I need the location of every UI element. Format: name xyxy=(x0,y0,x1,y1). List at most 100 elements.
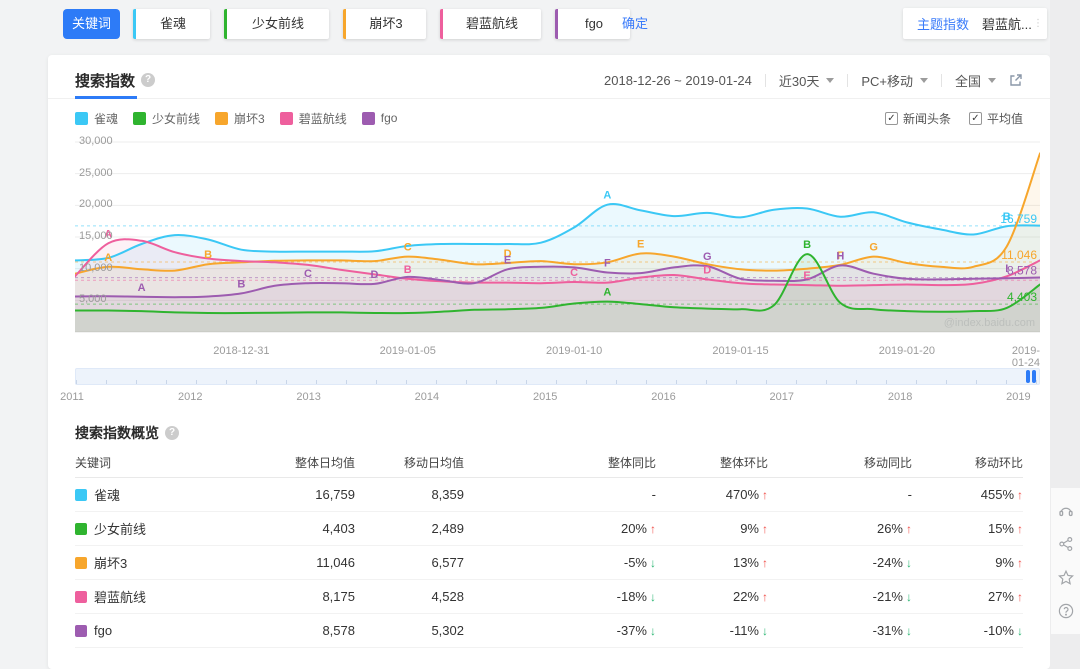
value-cell: 15% ↑ xyxy=(987,521,1023,536)
news-headlines-checkbox[interactable]: ✓ 新闻头条 xyxy=(884,110,951,127)
value-cell: 8,578 xyxy=(322,623,355,638)
external-link-icon[interactable] xyxy=(1009,73,1023,87)
column-header: 移动环比 xyxy=(974,455,1023,470)
keyword-chip[interactable]: 雀魂 xyxy=(133,9,210,39)
y-axis-label: 30,000 xyxy=(79,135,113,147)
value-cell: 470% ↑ xyxy=(725,487,768,502)
keyword-chip[interactable]: 崩坏3 xyxy=(343,9,426,39)
keyword-chip[interactable]: 碧蓝航线 xyxy=(440,9,541,39)
value-cell: - xyxy=(907,487,912,502)
value-cell: 4,403 xyxy=(322,521,355,536)
legend-item[interactable]: 崩坏3 xyxy=(215,110,265,127)
news-marker: C xyxy=(404,242,412,254)
news-marker: G xyxy=(703,251,712,263)
topic-index-box[interactable]: 主题指数 碧蓝航... ⋮ xyxy=(903,8,1047,39)
keyword-cell[interactable]: 碧蓝航线 xyxy=(75,587,235,606)
help-circle-icon[interactable]: ? xyxy=(165,426,179,440)
news-marker: A xyxy=(603,190,611,202)
value-cell: 8,175 xyxy=(322,589,355,604)
help-circle-icon[interactable]: ? xyxy=(141,73,156,87)
watermark: @index.baidu.com xyxy=(944,317,1035,329)
headset-icon[interactable] xyxy=(1057,502,1075,520)
news-marker: C xyxy=(570,267,578,279)
value-cell: -21% ↓ xyxy=(872,589,912,604)
y-axis-label: 10,000 xyxy=(79,261,113,274)
average-checkbox[interactable]: ✓ 平均值 xyxy=(968,110,1023,127)
value-cell: -37% ↓ xyxy=(616,623,656,638)
news-marker: A xyxy=(603,287,611,299)
news-marker: B xyxy=(237,278,245,290)
slider-handle-right[interactable] xyxy=(1032,370,1036,383)
value-cell: 5,302 xyxy=(431,623,464,638)
news-marker: D xyxy=(371,269,379,281)
column-header: 整体环比 xyxy=(719,455,768,470)
section-title-search-index: 搜索指数 ? xyxy=(75,70,156,91)
news-marker: B xyxy=(404,264,412,276)
table-row: 雀魂 16,759 8,359 - 470% ↑ - 455% ↑ xyxy=(75,478,1023,512)
x-axis-label: 2019-01-05 xyxy=(379,345,436,357)
keyword-button[interactable]: 关键词 xyxy=(63,9,120,39)
keyword-color-swatch xyxy=(75,556,87,569)
keyword-cell[interactable]: 崩坏3 xyxy=(75,553,235,572)
average-value-label: 16,759 xyxy=(1000,212,1037,226)
timeline-year-label: 2012 xyxy=(178,391,203,403)
checkbox-checked-icon: ✓ xyxy=(884,111,898,125)
overview-table: 关键词 整体日均值 移动日均值 整体同比 整体环比 移动同比 移动环比 雀魂 16,759 8,3… xyxy=(75,447,1023,648)
slider-ticks xyxy=(76,380,1039,384)
topic-index-link[interactable]: 主题指数 xyxy=(917,14,969,33)
timeline-year-label: 2016 xyxy=(651,391,676,403)
timeline-year-label: 2013 xyxy=(296,391,321,403)
platform-select[interactable]: PC+移动 xyxy=(861,71,928,90)
news-marker: H xyxy=(836,251,844,263)
table-header-row: 关键词 整体日均值 移动日均值 整体同比 整体环比 移动同比 移动环比 xyxy=(75,447,1023,478)
legend-color-swatch xyxy=(75,111,88,125)
y-axis-label: 20,000 xyxy=(79,198,113,211)
search-index-chart[interactable]: A B A B A B C D E F G A B C D E A B C D E F G H I 16,759 11,046 8,5… xyxy=(74,135,1041,335)
news-marker: G xyxy=(869,242,878,254)
time-range-select[interactable]: 近30天 xyxy=(779,71,835,90)
value-cell: -11% ↓ xyxy=(729,623,768,638)
news-marker: E xyxy=(504,254,511,266)
keyword-cell[interactable]: 雀魂 xyxy=(75,485,235,504)
timeline-year-label: 2015 xyxy=(532,391,558,403)
value-cell: -5% ↓ xyxy=(623,555,656,570)
legend-item[interactable]: 雀魂 xyxy=(75,110,118,127)
active-tab-underline xyxy=(75,96,137,99)
legend-item[interactable]: fgo xyxy=(361,110,397,127)
region-select[interactable]: 全国 xyxy=(955,71,996,90)
value-cell: 2,489 xyxy=(431,521,464,536)
value-cell: 9% ↑ xyxy=(740,521,768,536)
keyword-cell[interactable]: 少女前线 xyxy=(75,519,235,538)
y-axis-label: 25,000 xyxy=(79,166,113,179)
value-cell: -24% ↓ xyxy=(872,555,912,570)
legend-item[interactable]: 碧蓝航线 xyxy=(279,110,347,127)
keyword-chip[interactable]: 少女前线 xyxy=(224,9,329,39)
keyword-cell[interactable]: fgo xyxy=(75,623,235,638)
divider xyxy=(48,98,1050,99)
table-row: 崩坏3 11,046 6,577 -5% ↓ 13% ↑ -24% ↓ 9% ↑ xyxy=(75,546,1023,580)
timeline-year-label: 2017 xyxy=(769,391,795,403)
caret-down-icon xyxy=(919,77,928,83)
x-axis-label: 2019-01-10 xyxy=(545,345,603,357)
arrow-up-icon: ↑ xyxy=(1017,556,1023,570)
legend-color-swatch xyxy=(215,111,229,125)
confirm-button[interactable]: 确定 xyxy=(622,9,648,39)
timeline-slider[interactable] xyxy=(75,368,1040,385)
help-icon[interactable] xyxy=(1057,602,1075,620)
keyword-bar: 关键词 雀魂 少女前线 崩坏3 碧蓝航线 fgo 确定 主题指数 碧蓝航... ⋮ xyxy=(0,0,1080,55)
section-title-overview: 搜索指数概览 ? xyxy=(75,423,179,443)
value-cell: -18% ↓ xyxy=(616,589,656,604)
legend-item[interactable]: 少女前线 xyxy=(133,110,200,127)
keyword-chip[interactable]: fgo xyxy=(555,9,630,39)
value-cell: 11,046 xyxy=(316,555,355,570)
column-header: 关键词 xyxy=(75,455,112,470)
arrow-down-icon: ↓ xyxy=(1017,624,1023,638)
x-axis-label: 2019-01-20 xyxy=(878,345,936,357)
slider-handle-left[interactable] xyxy=(1026,370,1030,383)
star-icon[interactable] xyxy=(1057,569,1075,587)
table-row: fgo 8,578 5,302 -37% ↓ -11% ↓ -31% ↓ -10% ↓ xyxy=(75,614,1023,648)
average-value-label: 8,578 xyxy=(1007,264,1037,278)
more-dots-icon: ⋮ xyxy=(1033,18,1043,29)
share-icon[interactable] xyxy=(1057,535,1075,553)
timeline-year-label: 2019 xyxy=(1006,391,1031,403)
